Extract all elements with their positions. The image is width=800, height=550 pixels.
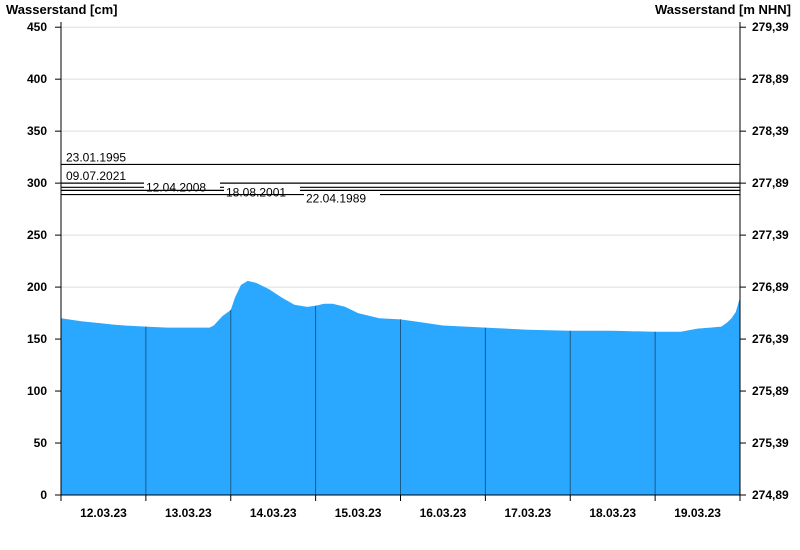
ref-line-label-2: 12.04.2008 — [146, 180, 206, 194]
right-tick-label-4: 276,89 — [752, 280, 789, 294]
right-tick-label-6: 277,89 — [752, 176, 789, 190]
right-axis-ticks: 274,89 275,39 275,89 276,39 276,89 277,39 277,… — [740, 20, 789, 502]
right-tick-label-7: 278,39 — [752, 124, 789, 138]
x-tick-label-2: 14.03.23 — [250, 506, 297, 520]
left-tick-label-9: 450 — [27, 20, 47, 34]
left-axis-title: Wasserstand [cm] — [6, 2, 118, 17]
x-axis-ticks: 12.03.23 13.03.23 14.03.23 15.03.23 16.03.23… — [60, 495, 741, 520]
left-tick-label-4: 200 — [27, 280, 47, 294]
right-tick-label-1: 275,39 — [752, 436, 789, 450]
left-tick-label-3: 150 — [27, 332, 47, 346]
left-tick-label-8: 400 — [27, 72, 47, 86]
left-tick-label-1: 50 — [34, 436, 48, 450]
right-tick-label-0: 274,89 — [752, 488, 789, 502]
right-tick-label-3: 276,39 — [752, 332, 789, 346]
ref-line-label-3: 18.08.2001 — [226, 185, 286, 199]
left-tick-label-0: 0 — [40, 488, 47, 502]
x-tick-label-0: 12.03.23 — [80, 506, 127, 520]
left-tick-label-2: 100 — [27, 384, 47, 398]
x-tick-label-6: 18.03.23 — [589, 506, 636, 520]
left-axis-ticks: 0 50 100 150 200 250 300 350 400 450 — [27, 20, 61, 502]
water-level-chart: Wasserstand [cm] Wasserstand [m NHN] 23.… — [6, 2, 791, 520]
x-tick-label-4: 16.03.23 — [420, 506, 467, 520]
right-tick-label-9: 279,39 — [752, 20, 789, 34]
x-tick-label-7: 19.03.23 — [674, 506, 721, 520]
x-tick-label-3: 15.03.23 — [335, 506, 382, 520]
historic-flood-lines: 23.01.1995 09.07.2021 12.04.2008 18.08.2001… — [61, 150, 740, 206]
ref-line-label-4: 22.04.1989 — [306, 192, 366, 206]
left-tick-label-7: 350 — [27, 124, 47, 138]
right-tick-label-5: 277,39 — [752, 228, 789, 242]
left-tick-label-6: 300 — [27, 176, 47, 190]
right-tick-label-2: 275,89 — [752, 384, 789, 398]
ref-line-label-0: 23.01.1995 — [66, 150, 126, 164]
left-tick-label-5: 250 — [27, 228, 47, 242]
right-tick-label-8: 278,89 — [752, 72, 789, 86]
ref-line-label-1: 09.07.2021 — [66, 169, 126, 183]
x-tick-label-1: 13.03.23 — [165, 506, 212, 520]
right-axis-title: Wasserstand [m NHN] — [655, 2, 791, 17]
x-tick-label-5: 17.03.23 — [504, 506, 551, 520]
